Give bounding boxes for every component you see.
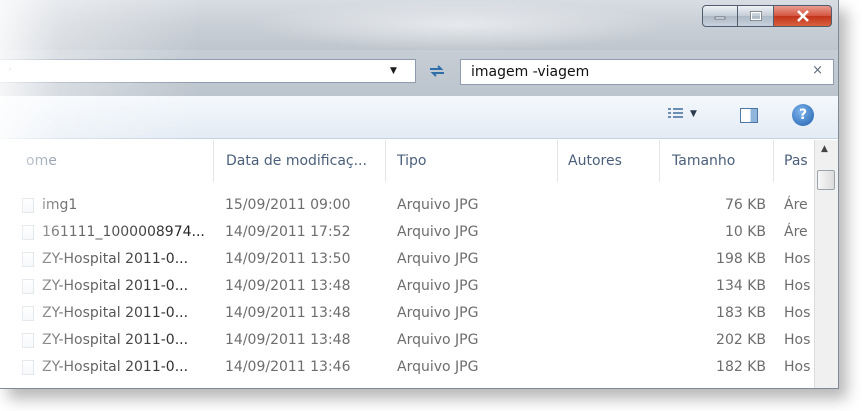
file-size: 134 KB	[716, 278, 766, 294]
scroll-up-arrow-icon[interactable]: ▲	[821, 144, 828, 154]
file-size: 202 KB	[716, 332, 766, 348]
jpg-file-icon	[22, 306, 34, 321]
clear-search-button[interactable]: ×	[812, 63, 823, 78]
file-size: 10 KB	[724, 224, 766, 240]
file-type: Arquivo JPG	[397, 278, 479, 294]
search-box: ×	[460, 59, 834, 85]
file-folder: Hos	[784, 278, 811, 294]
file-row[interactable]: ZY-Hospital 2011-0... 14/09/2011 13:48 A…	[0, 327, 814, 354]
file-date: 14/09/2011 17:52	[225, 224, 351, 240]
file-folder: Hos	[784, 332, 811, 348]
column-header-name[interactable]: ome	[0, 140, 214, 182]
change-view-button[interactable]: ▼	[668, 107, 697, 120]
scrollbar-thumb[interactable]	[817, 170, 835, 190]
file-folder: Hos	[784, 251, 811, 267]
address-history-dropdown-icon[interactable]: ▼	[390, 66, 397, 76]
file-folder: Áre	[784, 224, 808, 240]
column-header-authors[interactable]: Autores	[558, 140, 660, 182]
file-date: 15/09/2011 09:00	[225, 197, 351, 213]
breadcrumb-chevron-icon[interactable]: ›	[8, 64, 12, 75]
preview-pane-icon[interactable]	[740, 108, 758, 123]
file-type: Arquivo JPG	[397, 332, 479, 348]
jpg-file-icon	[22, 225, 34, 240]
column-header-folder[interactable]: Pas	[774, 140, 814, 182]
help-icon[interactable]: ?	[792, 104, 814, 126]
jpg-file-icon	[22, 360, 34, 375]
file-name: 161111_1000008974...	[42, 224, 205, 240]
file-date: 14/09/2011 13:48	[225, 332, 351, 348]
file-type: Arquivo JPG	[397, 197, 479, 213]
file-size: 198 KB	[716, 251, 766, 267]
file-type: Arquivo JPG	[397, 251, 479, 267]
chevron-down-icon[interactable]: ▼	[690, 109, 697, 119]
file-name: ZY-Hospital 2011-0...	[42, 278, 189, 294]
refresh-button[interactable]	[422, 59, 452, 83]
title-bar	[0, 0, 838, 50]
search-input[interactable]	[461, 60, 791, 84]
file-date: 14/09/2011 13:48	[225, 278, 351, 294]
jpg-file-icon	[22, 333, 34, 348]
file-name: ZY-Hospital 2011-0...	[42, 359, 189, 375]
minimize-button[interactable]	[702, 5, 738, 27]
file-row[interactable]: img1 15/09/2011 09:00 Arquivo JPG 76 KB …	[0, 192, 814, 219]
file-folder: Hos	[784, 359, 811, 375]
file-size: 76 KB	[724, 197, 766, 213]
file-row[interactable]: ZY-Hospital 2011-0... 14/09/2011 13:48 A…	[0, 300, 814, 327]
file-date: 14/09/2011 13:50	[225, 251, 351, 267]
file-date: 14/09/2011 13:46	[225, 359, 351, 375]
column-header-size[interactable]: Tamanho	[660, 140, 774, 182]
address-bar[interactable]: › ▼	[0, 59, 416, 83]
maximize-button[interactable]	[738, 5, 774, 27]
file-row[interactable]: ZY-Hospital 2011-0... 14/09/2011 13:48 A…	[0, 273, 814, 300]
column-header-date-modified[interactable]: Data de modificaç...	[214, 140, 386, 182]
explorer-window: › ▼ × ▼ ? ome Data de modificaç...	[0, 0, 839, 389]
file-row[interactable]: ZY-Hospital 2011-0... 14/09/2011 13:46 A…	[0, 354, 814, 381]
jpg-file-icon	[22, 252, 34, 267]
file-type: Arquivo JPG	[397, 224, 479, 240]
file-folder: Hos	[784, 305, 811, 321]
file-folder: Áre	[784, 197, 808, 213]
file-size: 182 KB	[716, 359, 766, 375]
file-type: Arquivo JPG	[397, 305, 479, 321]
file-size: 183 KB	[716, 305, 766, 321]
column-header-row: ome Data de modificaç... Tipo Autores Ta…	[0, 140, 814, 182]
file-name: ZY-Hospital 2011-0...	[42, 305, 189, 321]
file-row[interactable]: 161111_1000008974... 14/09/2011 17:52 Ar…	[0, 219, 814, 246]
file-type: Arquivo JPG	[397, 359, 479, 375]
refresh-icon	[430, 65, 444, 77]
minimize-icon	[714, 16, 726, 20]
window-controls	[702, 5, 832, 29]
vertical-scrollbar[interactable]: ▲	[814, 140, 838, 388]
views-icon	[668, 108, 683, 118]
close-button[interactable]	[774, 5, 832, 27]
file-name: ZY-Hospital 2011-0...	[42, 332, 189, 348]
file-date: 14/09/2011 13:48	[225, 305, 351, 321]
file-row[interactable]: ZY-Hospital 2011-0... 14/09/2011 13:50 A…	[0, 246, 814, 273]
jpg-file-icon	[22, 198, 34, 213]
file-name: ZY-Hospital 2011-0...	[42, 251, 189, 267]
column-header-type[interactable]: Tipo	[386, 140, 558, 182]
command-bar: ▼ ?	[0, 96, 838, 139]
maximize-icon	[749, 11, 762, 21]
jpg-file-icon	[22, 279, 34, 294]
file-name: img1	[42, 197, 78, 213]
close-icon	[796, 10, 809, 22]
address-bar-area: › ▼ ×	[0, 50, 838, 96]
